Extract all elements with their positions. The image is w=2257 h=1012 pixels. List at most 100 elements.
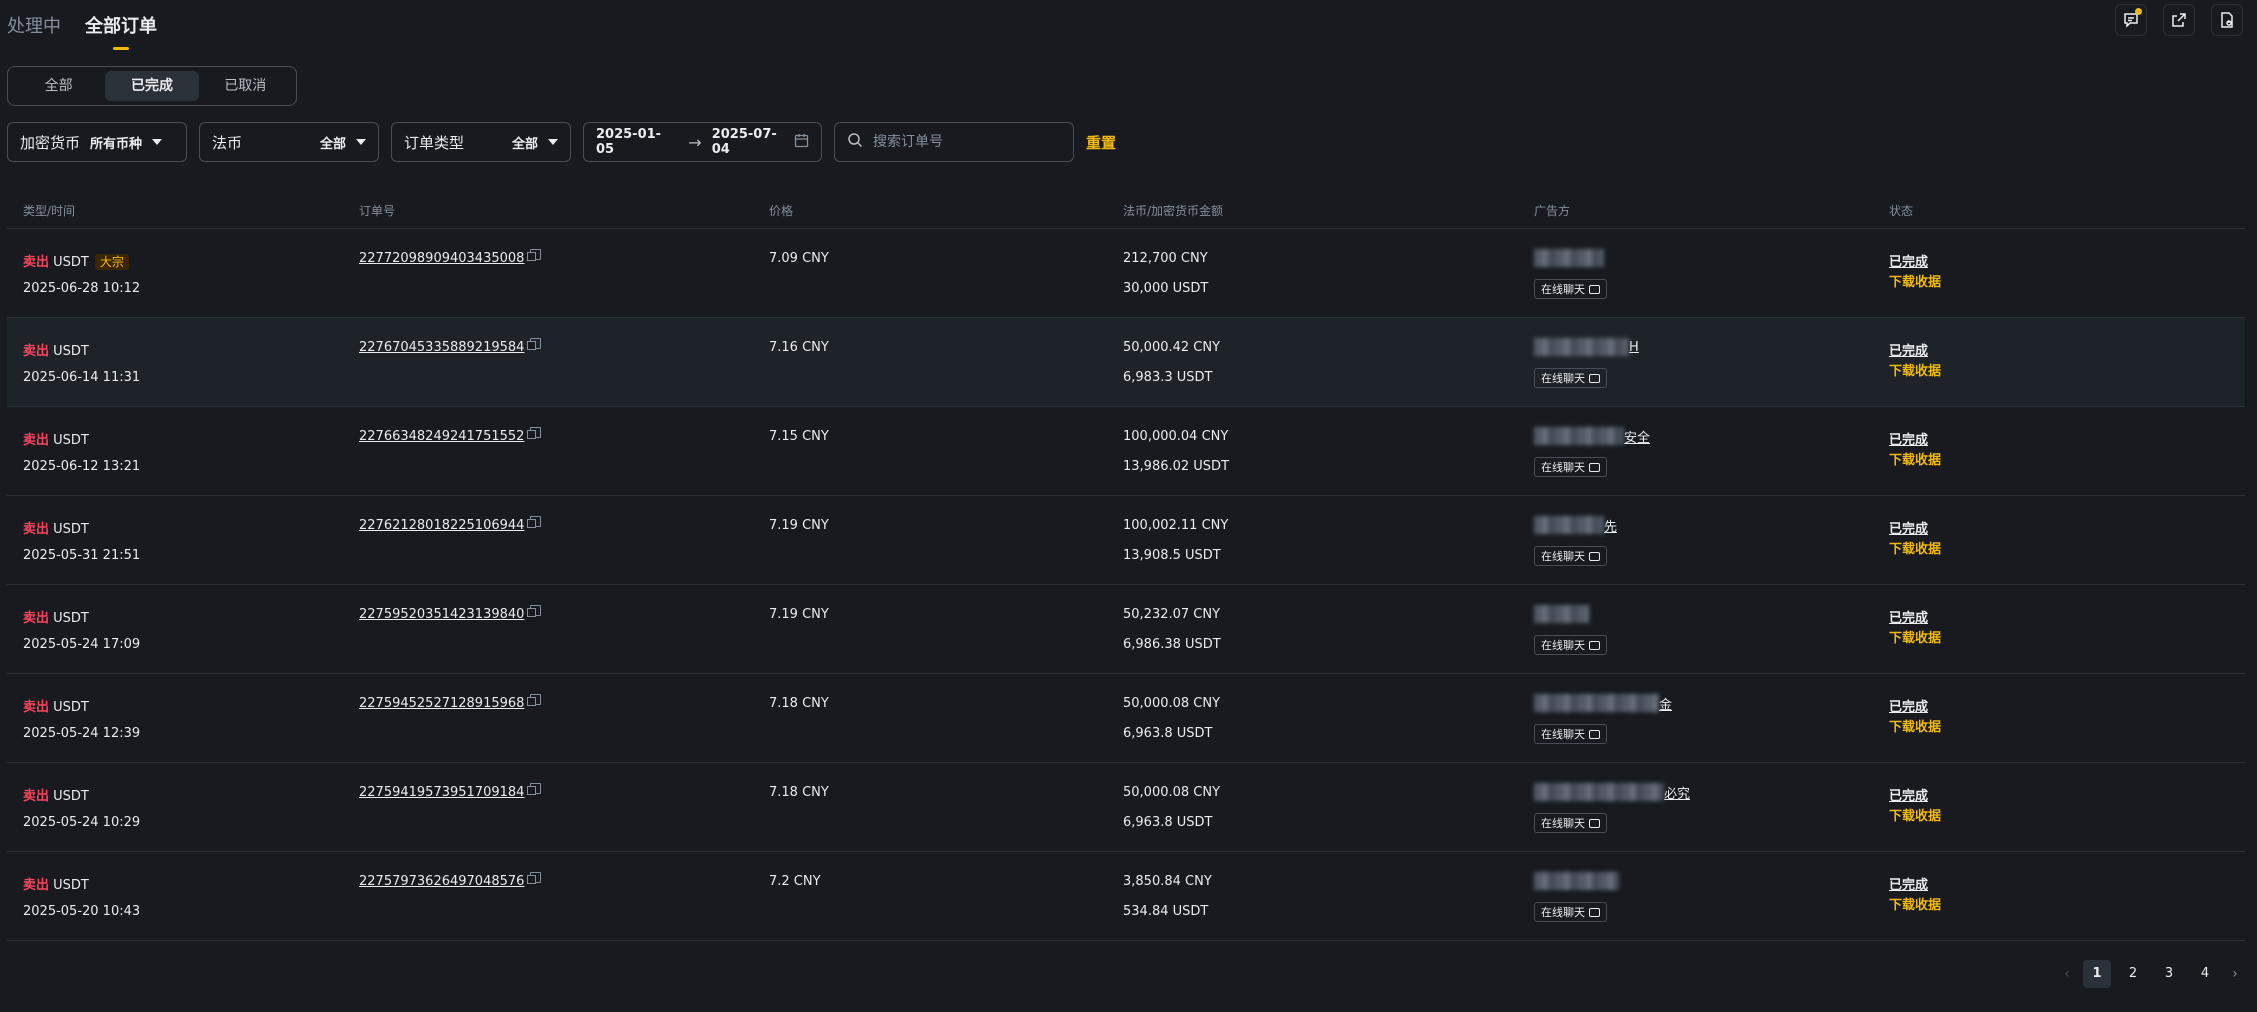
crypto-dropdown-label: 加密货币 [20, 133, 81, 152]
copy-icon[interactable] [527, 338, 542, 350]
crypto-amount: 6,983.3 USDT [1123, 370, 1213, 385]
status-link[interactable]: 已完成 [1889, 700, 1928, 715]
chat-button[interactable]: 在线聊天 [1534, 546, 1607, 566]
fiat-amount: 100,000.04 CNY [1123, 429, 1229, 444]
order-number-link[interactable]: 22759452527128915968 [359, 696, 524, 711]
order-number-link[interactable]: 22772098909403435008 [359, 251, 524, 266]
order-status: 已完成 [1889, 696, 1928, 715]
chat-button[interactable]: 在线聊天 [1534, 635, 1607, 655]
search-input[interactable] [871, 133, 1055, 151]
order-number: 22767045335889219584 [359, 338, 542, 355]
table-row[interactable]: 卖出 USDT 2025-05-24 12:39 22759452527128915… [7, 674, 2245, 763]
chat-button[interactable]: 在线聊天 [1534, 724, 1607, 744]
order-number-link[interactable]: 22759419573951709184 [359, 785, 524, 800]
order-number-link[interactable]: 22767045335889219584 [359, 340, 524, 355]
status-link[interactable]: 已完成 [1889, 522, 1928, 537]
order-type-dropdown-label: 订单类型 [404, 133, 465, 152]
chat-button[interactable]: 在线聊天 [1534, 813, 1607, 833]
table-row[interactable]: 卖出 USDT 2025-05-24 10:29 22759419573951709… [7, 763, 2245, 852]
download-receipt-button[interactable]: 下载收据 [1889, 364, 1941, 379]
download-receipt-button[interactable]: 下载收据 [1889, 542, 1941, 557]
crypto-dropdown[interactable]: 加密货币 所有币种 [7, 122, 187, 162]
chat-button[interactable]: 在线聊天 [1534, 368, 1607, 388]
order-number-link[interactable]: 22762128018225106944 [359, 518, 524, 533]
tab-processing[interactable]: 处理中 [7, 10, 61, 44]
copy-icon[interactable] [527, 516, 542, 528]
side-label: 卖出 [23, 611, 50, 626]
page-button[interactable]: 3 [2155, 960, 2183, 988]
chat-button-label: 在线聊天 [1541, 639, 1585, 652]
table-row[interactable]: 卖出 USDT 2025-05-31 21:51 22762128018225106… [7, 496, 2245, 585]
advertiser-name[interactable]: 必究 [1534, 783, 1690, 802]
download-receipt-button[interactable]: 下载收据 [1889, 453, 1941, 468]
advertiser-name[interactable]: 安全 [1534, 427, 1650, 446]
table-row[interactable]: 卖出 USDT 2025-05-24 17:09 22759520351423139… [7, 585, 2245, 674]
download-receipt-button[interactable]: 下载收据 [1889, 275, 1941, 290]
status-link[interactable]: 已完成 [1889, 344, 1928, 359]
order-number: 22759520351423139840 [359, 605, 542, 622]
next-page-button[interactable]: › [2227, 966, 2243, 982]
date-range-picker[interactable]: 2025-01-05 → 2025-07-04 [583, 122, 822, 162]
table-row[interactable]: 卖出 USDT 大宗 2025-06-28 10:12 227720989094034… [7, 229, 2245, 318]
order-status: 已完成 [1889, 607, 1928, 626]
page-button[interactable]: 2 [2119, 960, 2147, 988]
status-segment: 全部 已完成 已取消 [7, 66, 297, 106]
segment-cancelled[interactable]: 已取消 [199, 71, 292, 101]
order-price: 7.19 CNY [769, 518, 829, 533]
copy-icon[interactable] [527, 605, 542, 617]
chat-button[interactable]: 在线聊天 [1534, 279, 1607, 299]
crypto-amount: 6,963.8 USDT [1123, 815, 1213, 830]
advertiser-name[interactable] [1534, 605, 1589, 623]
download-receipt-button[interactable]: 下载收据 [1889, 631, 1941, 646]
advertiser-name[interactable]: 金 [1534, 694, 1672, 713]
order-number-link[interactable]: 22759520351423139840 [359, 607, 524, 622]
status-link[interactable]: 已完成 [1889, 878, 1928, 893]
chat-button[interactable]: 在线聊天 [1534, 902, 1607, 922]
tab-all-orders[interactable]: 全部订单 [85, 10, 157, 50]
order-type-dropdown[interactable]: 订单类型 全部 [391, 122, 571, 162]
chat-button[interactable]: 在线聊天 [1534, 457, 1607, 477]
chat-icon[interactable] [2115, 4, 2147, 36]
advertiser-name[interactable]: 先 [1534, 516, 1617, 535]
calendar-icon [794, 133, 809, 152]
order-status: 已完成 [1889, 340, 1928, 359]
column-header: 订单号 [359, 204, 396, 218]
page-button[interactable]: 4 [2191, 960, 2219, 988]
status-link[interactable]: 已完成 [1889, 789, 1928, 804]
copy-icon[interactable] [527, 872, 542, 884]
fiat-dropdown[interactable]: 法币 全部 [199, 122, 379, 162]
order-number: 22757973626497048576 [359, 872, 542, 889]
table-row[interactable]: 卖出 USDT 2025-06-12 13:21 22766348249241751… [7, 407, 2245, 496]
download-receipt-button[interactable]: 下载收据 [1889, 720, 1941, 735]
redacted-name [1534, 694, 1659, 712]
advertiser-name[interactable]: H [1534, 338, 1639, 356]
status-link[interactable]: 已完成 [1889, 433, 1928, 448]
order-number-link[interactable]: 22766348249241751552 [359, 429, 524, 444]
reset-button[interactable]: 重置 [1086, 132, 1116, 153]
segment-all[interactable]: 全部 [12, 71, 105, 101]
export-icon[interactable] [2163, 4, 2195, 36]
advertiser-name[interactable] [1534, 872, 1619, 890]
fiat-amount: 50,000.08 CNY [1123, 696, 1221, 711]
copy-icon[interactable] [527, 427, 542, 439]
page-button[interactable]: 1 [2083, 960, 2111, 988]
status-link[interactable]: 已完成 [1889, 255, 1928, 270]
prev-page-button[interactable]: ‹ [2059, 966, 2075, 982]
report-icon[interactable] [2211, 4, 2243, 36]
copy-icon[interactable] [527, 783, 542, 795]
table-row[interactable]: 卖出 USDT 2025-06-14 11:31 22767045335889219… [7, 318, 2245, 407]
fiat-amount: 50,000.08 CNY [1123, 785, 1221, 800]
copy-icon[interactable] [527, 694, 542, 706]
advertiser-name[interactable] [1534, 249, 1604, 267]
orders-table: 类型/时间 订单号 价格 法币/加密货币金额 广告方 状态 卖出 USDT 大宗 2… [7, 193, 2245, 941]
notification-dot [2135, 8, 2142, 15]
segment-completed[interactable]: 已完成 [105, 71, 199, 101]
table-row[interactable]: 卖出 USDT 2025-05-20 10:43 22757973626497048… [7, 852, 2245, 941]
copy-icon[interactable] [527, 249, 542, 261]
status-link[interactable]: 已完成 [1889, 611, 1928, 626]
asset-label: USDT [53, 522, 89, 537]
download-receipt-button[interactable]: 下载收据 [1889, 809, 1941, 824]
order-number-link[interactable]: 22757973626497048576 [359, 874, 524, 889]
order-search [834, 122, 1074, 162]
download-receipt-button[interactable]: 下载收据 [1889, 898, 1941, 913]
